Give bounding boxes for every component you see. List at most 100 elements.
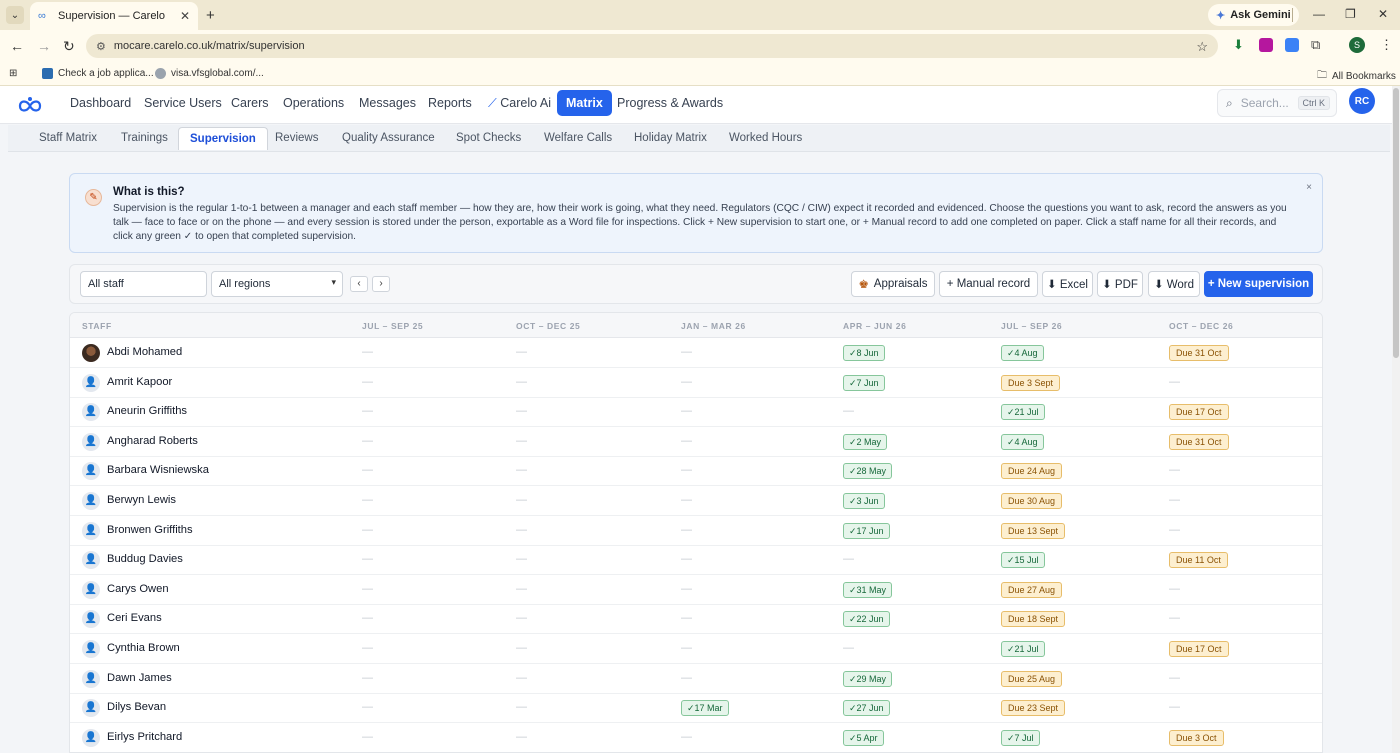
completed-supervision-badge[interactable]: ✓31 May xyxy=(843,581,893,598)
close-window-icon[interactable]: ✕ xyxy=(1378,7,1388,21)
url-bar[interactable]: ⚙ mocare.carelo.co.uk/matrix/supervision… xyxy=(86,34,1218,58)
staff-name-link[interactable]: Buddug Davies xyxy=(107,553,183,565)
back-icon[interactable]: ← xyxy=(10,38,24,54)
new-supervision-button[interactable]: + New supervision xyxy=(1204,271,1313,297)
completed-supervision-badge[interactable]: ✓15 Jul xyxy=(1001,552,1045,569)
close-tab-icon[interactable]: ✕ xyxy=(180,9,190,23)
staff-name-link[interactable]: Aneurin Griffiths xyxy=(107,405,187,417)
completed-supervision-badge[interactable]: ✓3 Jun xyxy=(843,493,885,509)
due-supervision-badge[interactable]: Due 23 Sept xyxy=(1001,700,1066,717)
due-supervision-badge[interactable]: Due 18 Sept xyxy=(1001,611,1066,628)
completed-supervision-badge[interactable]: ✓5 Apr xyxy=(843,729,884,746)
appraisals-button[interactable]: ♚ Appraisals xyxy=(851,271,935,297)
global-search[interactable]: ⌕ Search... Ctrl K xyxy=(1217,89,1337,117)
ask-gemini-button[interactable]: ✦ Ask Gemini xyxy=(1208,4,1299,26)
due-supervision-badge[interactable]: Due 3 Sept xyxy=(1001,374,1061,391)
nav-operations[interactable]: Operations xyxy=(283,96,344,110)
due-supervision-badge[interactable]: Due 13 Sept xyxy=(1001,522,1066,539)
staff-name-link[interactable]: Amrit Kapoor xyxy=(107,376,172,388)
nav-service-users[interactable]: Service Users xyxy=(144,96,222,110)
staff-name-link[interactable]: Cynthia Brown xyxy=(107,642,180,654)
forward-icon[interactable]: → xyxy=(37,38,51,54)
subnav-quality-assurance[interactable]: Quality Assurance xyxy=(342,132,435,144)
nav-dashboard[interactable]: Dashboard xyxy=(70,96,131,110)
tab-search-icon[interactable]: ⌄ xyxy=(6,6,24,24)
apps-grid-icon[interactable]: ⊞ xyxy=(9,68,17,79)
due-supervision-badge[interactable]: Due 30 Aug xyxy=(1001,493,1063,509)
staff-name-link[interactable]: Berwyn Lewis xyxy=(107,494,176,506)
scrollbar-thumb[interactable] xyxy=(1393,88,1399,358)
export-excel-button[interactable]: ⬇ Excel xyxy=(1042,271,1093,297)
subnav-worked-hours[interactable]: Worked Hours xyxy=(729,132,802,144)
profile-avatar[interactable]: S xyxy=(1349,37,1365,53)
staff-name-link[interactable]: Bronwen Griffiths xyxy=(107,524,193,536)
export-pdf-button[interactable]: ⬇ PDF xyxy=(1097,271,1143,297)
staff-name-link[interactable]: Dilys Bevan xyxy=(107,701,166,713)
completed-supervision-badge[interactable]: ✓17 Mar xyxy=(681,700,729,717)
staff-name-link[interactable]: Ceri Evans xyxy=(107,612,162,624)
due-supervision-badge[interactable]: Due 17 Oct xyxy=(1169,641,1229,657)
bookmark-star-icon[interactable]: ☆ xyxy=(1196,39,1208,55)
completed-supervision-badge[interactable]: ✓21 Jul xyxy=(1001,641,1045,657)
completed-supervision-badge[interactable]: ✓27 Jun xyxy=(843,700,890,717)
manual-record-button[interactable]: + Manual record xyxy=(939,271,1038,297)
restore-icon[interactable]: ❐ xyxy=(1345,7,1356,21)
bookmark-vfsglobal[interactable]: visa.vfsglobal.com/... xyxy=(155,68,264,79)
subnav-trainings[interactable]: Trainings xyxy=(121,132,168,144)
nav-carelo-ai[interactable]: ⟋ Carelo Ai xyxy=(488,96,551,111)
staff-name-link[interactable]: Angharad Roberts xyxy=(107,435,198,447)
completed-supervision-badge[interactable]: ✓8 Jun xyxy=(843,345,885,361)
due-supervision-badge[interactable]: Due 17 Oct xyxy=(1169,404,1229,421)
staff-name-link[interactable]: Eirlys Pritchard xyxy=(107,731,182,743)
staff-name-link[interactable]: Abdi Mohamed xyxy=(107,346,182,358)
completed-supervision-badge[interactable]: ✓22 Jun xyxy=(843,611,890,628)
nav-matrix[interactable]: Matrix xyxy=(557,90,612,116)
reload-icon[interactable]: ↻ xyxy=(63,38,75,55)
completed-supervision-badge[interactable]: ✓29 May xyxy=(843,670,893,687)
completed-supervision-badge[interactable]: ✓21 Jul xyxy=(1001,404,1045,421)
extension-blue-icon[interactable] xyxy=(1285,38,1299,52)
extensions-puzzle-icon[interactable]: ⧉ xyxy=(1311,38,1325,52)
next-period-button[interactable]: › xyxy=(372,276,390,292)
completed-supervision-badge[interactable]: ✓28 May xyxy=(843,463,893,480)
subnav-supervision[interactable]: Supervision xyxy=(178,127,268,150)
region-select[interactable]: All regions ▾ xyxy=(211,271,343,297)
completed-supervision-badge[interactable]: ✓4 Aug xyxy=(1001,345,1044,361)
subnav-spot-checks[interactable]: Spot Checks xyxy=(456,132,521,144)
staff-name-link[interactable]: Barbara Wisniewska xyxy=(107,464,209,476)
page-scrollbar[interactable] xyxy=(1392,86,1400,753)
completed-supervision-badge[interactable]: ✓7 Jul xyxy=(1001,729,1040,746)
download-extension-icon[interactable]: ⬇ xyxy=(1233,38,1247,52)
extension-purple-icon[interactable] xyxy=(1259,38,1273,52)
new-tab-icon[interactable]: + xyxy=(206,7,215,24)
completed-supervision-badge[interactable]: ✓4 Aug xyxy=(1001,433,1044,450)
nav-reports[interactable]: Reports xyxy=(428,96,472,110)
export-word-button[interactable]: ⬇ Word xyxy=(1148,271,1200,297)
subnav-holiday-matrix[interactable]: Holiday Matrix xyxy=(634,132,707,144)
all-bookmarks[interactable]: 🗀 All Bookmarks xyxy=(1317,68,1396,85)
due-supervision-badge[interactable]: Due 31 Oct xyxy=(1169,345,1229,361)
subnav-welfare-calls[interactable]: Welfare Calls xyxy=(544,132,612,144)
nav-progress-awards[interactable]: Progress & Awards xyxy=(617,96,723,110)
nav-messages[interactable]: Messages xyxy=(359,96,416,110)
user-avatar[interactable]: RC xyxy=(1349,88,1375,114)
subnav-staff-matrix[interactable]: Staff Matrix xyxy=(39,132,97,144)
due-supervision-badge[interactable]: Due 11 Oct xyxy=(1169,552,1228,569)
completed-supervision-badge[interactable]: ✓7 Jun xyxy=(843,374,885,391)
previous-period-button[interactable]: ‹ xyxy=(350,276,368,292)
carelo-logo-icon[interactable] xyxy=(18,95,42,113)
browser-menu-icon[interactable]: ⋮ xyxy=(1380,37,1393,53)
subnav-reviews[interactable]: Reviews xyxy=(275,132,318,144)
browser-tab[interactable]: ∞ Supervision — Carelo ✕ xyxy=(30,2,198,30)
staff-filter-input[interactable]: All staff xyxy=(80,271,207,297)
site-info-icon[interactable]: ⚙ xyxy=(96,40,106,53)
due-supervision-badge[interactable]: Due 25 Aug xyxy=(1001,670,1063,687)
completed-supervision-badge[interactable]: ✓2 May xyxy=(843,433,888,450)
completed-supervision-badge[interactable]: ✓17 Jun xyxy=(843,522,890,539)
minimize-icon[interactable]: — xyxy=(1313,7,1325,21)
due-supervision-badge[interactable]: Due 3 Oct xyxy=(1169,729,1224,746)
due-supervision-badge[interactable]: Due 24 Aug xyxy=(1001,463,1063,480)
staff-name-link[interactable]: Dawn James xyxy=(107,672,172,684)
bookmark-job-application[interactable]: Check a job applica... xyxy=(42,68,154,79)
due-supervision-badge[interactable]: Due 27 Aug xyxy=(1001,581,1063,598)
